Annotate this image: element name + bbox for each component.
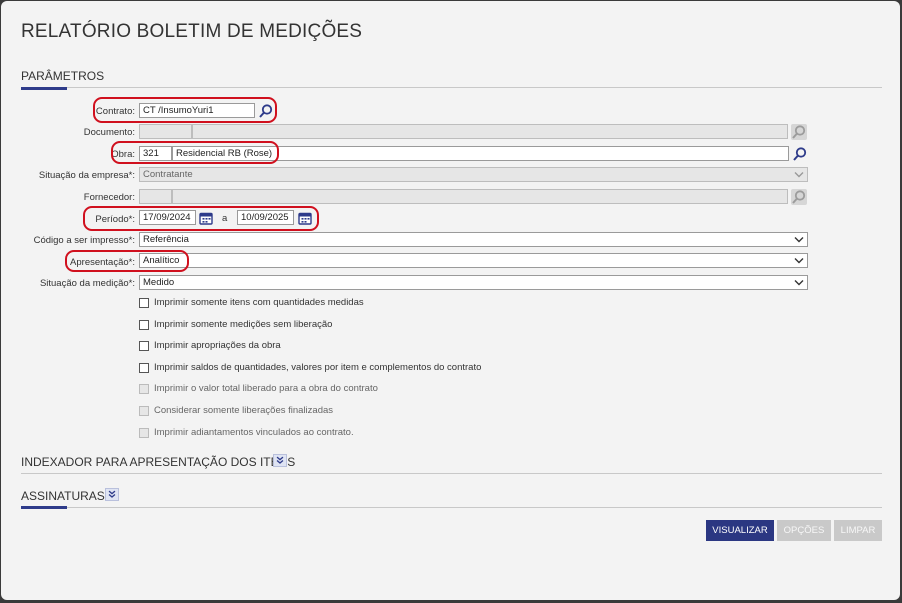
contrato-label: Contrato: bbox=[95, 106, 135, 117]
fornecedor-desc-input bbox=[172, 189, 788, 204]
page-title: RELATÓRIO BOLETIM DE MEDIÇÕES bbox=[21, 21, 363, 42]
checkbox[interactable] bbox=[139, 341, 149, 351]
section-divider bbox=[21, 87, 882, 88]
section-indexador: INDEXADOR PARA APRESENTAÇÃO DOS ITENS bbox=[21, 455, 296, 469]
documento-code-input bbox=[139, 124, 192, 139]
apresentacao-label: Apresentação*: bbox=[70, 257, 135, 268]
section-accent bbox=[21, 87, 67, 90]
situacao-medicao-label: Situação da medição*: bbox=[39, 278, 135, 289]
search-icon bbox=[791, 124, 807, 140]
chevron-down-icon bbox=[794, 172, 804, 178]
search-icon[interactable] bbox=[792, 146, 808, 162]
contrato-input[interactable]: CT /InsumoYuri1 bbox=[139, 103, 255, 118]
fornecedor-label: Fornecedor: bbox=[83, 192, 135, 203]
expand-chevron-icon[interactable] bbox=[273, 454, 287, 467]
checkbox-label: Imprimir o valor total liberado para a o… bbox=[154, 383, 378, 394]
checkbox-label: Imprimir adiantamentos vinculados ao con… bbox=[154, 427, 354, 438]
checkbox bbox=[139, 406, 149, 416]
situacao-medicao-select[interactable]: Medido bbox=[139, 275, 808, 290]
periodo-separator: a bbox=[222, 213, 228, 224]
checkbox-label: Imprimir apropriações da obra bbox=[154, 340, 281, 351]
chevron-down-icon bbox=[794, 237, 804, 243]
obra-label: Obra: bbox=[111, 149, 135, 160]
periodo-label: Período*: bbox=[95, 214, 135, 225]
situacao-empresa-select: Contratante bbox=[139, 167, 808, 182]
checkbox[interactable] bbox=[139, 363, 149, 373]
chevron-down-icon bbox=[794, 280, 804, 286]
calendar-icon[interactable] bbox=[298, 211, 312, 225]
search-icon bbox=[791, 189, 807, 205]
fornecedor-code-input bbox=[139, 189, 172, 204]
calendar-icon[interactable] bbox=[199, 211, 213, 225]
limpar-button[interactable]: LIMPAR bbox=[834, 520, 882, 541]
search-icon[interactable] bbox=[258, 103, 274, 119]
periodo-end-input[interactable]: 10/09/2025 bbox=[237, 210, 294, 225]
report-panel: RELATÓRIO BOLETIM DE MEDIÇÕES PARÂMETROS… bbox=[1, 1, 900, 600]
chevron-down-icon bbox=[794, 258, 804, 264]
checkbox-label: Imprimir saldos de quantidades, valores … bbox=[154, 362, 482, 373]
opcoes-button[interactable]: OPÇÕES bbox=[777, 520, 831, 541]
obra-desc-input[interactable]: Residencial RB (Rose) bbox=[172, 146, 789, 161]
apresentacao-select[interactable]: Analítico bbox=[139, 253, 808, 268]
checkbox bbox=[139, 428, 149, 438]
situacao-medicao-value: Medido bbox=[143, 277, 175, 288]
section-parametros: PARÂMETROS bbox=[21, 69, 105, 83]
checkbox-label: Imprimir somente itens com quantidades m… bbox=[154, 297, 364, 308]
checkbox[interactable] bbox=[139, 298, 149, 308]
visualizar-button[interactable]: VISUALIZAR bbox=[706, 520, 774, 541]
codigo-impresso-label: Código a ser impresso*: bbox=[33, 235, 135, 246]
periodo-start-input[interactable]: 17/09/2024 bbox=[139, 210, 196, 225]
checkbox-label: Considerar somente liberações finalizada… bbox=[154, 405, 334, 416]
documento-label: Documento: bbox=[83, 127, 135, 138]
section-divider bbox=[21, 507, 882, 508]
expand-chevron-icon[interactable] bbox=[105, 488, 119, 501]
apresentacao-value: Analítico bbox=[143, 255, 180, 266]
checkbox-label: Imprimir somente medições sem liberação bbox=[154, 319, 333, 330]
section-divider bbox=[21, 473, 882, 474]
situacao-empresa-value: Contratante bbox=[143, 169, 193, 180]
checkbox bbox=[139, 384, 149, 394]
documento-desc-input bbox=[192, 124, 788, 139]
section-assinaturas: ASSINATURAS bbox=[21, 489, 105, 503]
codigo-impresso-select[interactable]: Referência bbox=[139, 232, 808, 247]
codigo-impresso-value: Referência bbox=[143, 234, 189, 245]
situacao-empresa-label: Situação da empresa*: bbox=[38, 170, 135, 181]
obra-code-input[interactable]: 321 bbox=[139, 146, 172, 161]
checkbox[interactable] bbox=[139, 320, 149, 330]
section-accent bbox=[21, 506, 67, 509]
